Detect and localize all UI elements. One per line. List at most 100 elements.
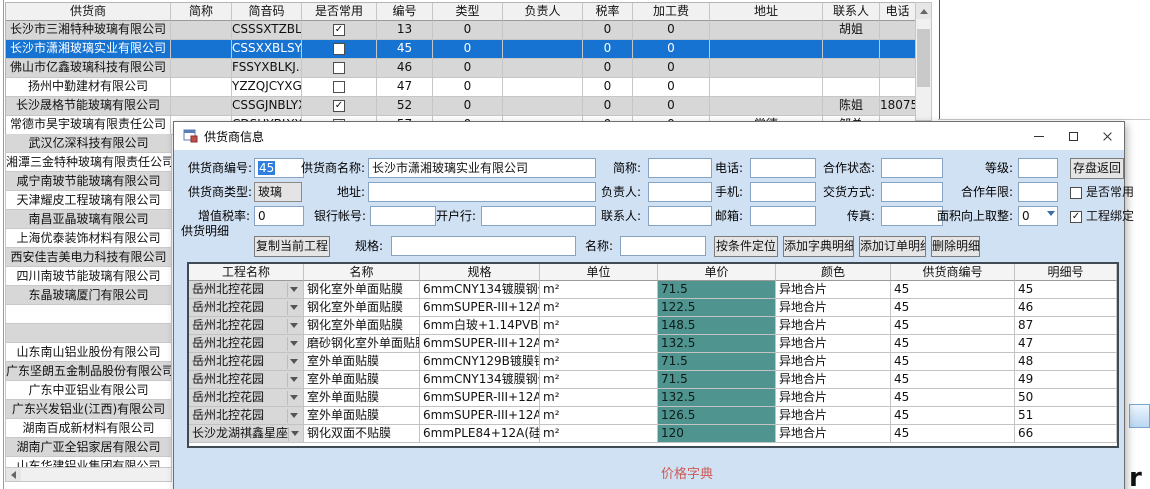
cell-unit[interactable]: m² [540,281,658,299]
cell-spec[interactable]: 6mm白玻+1.14PVB+6mm... [420,317,540,335]
cell-supplier-no[interactable]: 45 [891,425,1015,443]
cell-detail-no[interactable]: 87 [1015,317,1117,335]
cell-contact[interactable] [823,78,880,97]
cell-supplier[interactable]: 扬州中勤建材有限公司 [6,78,171,97]
cell-supplier[interactable]: 常德市昊宇玻璃有限责任公司 [6,116,171,135]
cell-common[interactable]: ✓ [302,21,377,40]
dropdown-icon[interactable] [287,355,300,369]
detail-row[interactable]: 岳州北控花园 室外单面贴膜 6mmSUPER-III+12A(硅... m² 1… [189,389,1117,407]
cell-unit[interactable]: m² [540,425,658,443]
table-row-selected[interactable]: 长沙市潇湘玻璃实业有限公司 CSSXXBLSY... 45 0 0 0 [6,40,915,59]
abbr-input[interactable] [648,158,712,178]
cell-project-dropdown[interactable]: 岳州北控花园 [189,335,304,353]
cell-name[interactable]: 室外单面贴膜 [304,371,420,389]
cell-supplier-no[interactable]: 45 [891,281,1015,299]
cell-address[interactable] [710,97,823,116]
cell-fee[interactable]: 0 [633,40,710,59]
cell-id[interactable]: 52 [377,97,433,116]
cell-project-dropdown[interactable]: 岳州北控花园 [189,353,304,371]
detail-row[interactable]: 长沙龙湖祺鑫星座 钢化双面不贴膜 6mmPLE84+12A(硅酮胶... m² … [189,425,1117,443]
cell-name[interactable]: 室外单面贴膜 [304,407,420,425]
list-item[interactable] [6,324,171,343]
table-row[interactable]: 长沙市三湘特种玻璃有限公司 CSSSXTZBL... ✓ 13 0 0 0 胡姐 [6,21,915,40]
cell-spec[interactable]: 6mmSUPER-III+12A(硅... [420,407,540,425]
cell-project-dropdown[interactable]: 岳州北控花园 [189,407,304,425]
cell-supplier-no[interactable]: 45 [891,371,1015,389]
list-item[interactable]: 咸宁南玻节能玻璃有限公司 [6,172,171,191]
dropdown-icon[interactable] [287,409,300,423]
dropdown-icon[interactable] [287,301,300,315]
table-row[interactable]: 扬州中勤建材有限公司 YZZQJCYXGS 47 0 0 0 [6,78,915,97]
cell-code[interactable]: CSSXXBLSY... [232,40,302,59]
add-dict-detail-button[interactable]: 添加字典明细 [783,236,854,257]
cell-code[interactable]: FSSYXBLKJ... [232,59,302,78]
cell-phone[interactable] [880,59,916,78]
cell-type[interactable]: 0 [433,21,503,40]
cell-color[interactable]: 异地合片 [776,389,891,407]
cell-code[interactable]: YZZQJCYXGS [232,78,302,97]
cell-type[interactable]: 0 [433,97,503,116]
cell-phone[interactable] [880,21,916,40]
phone-input[interactable] [750,158,816,178]
vertical-scrollbar[interactable] [915,2,932,121]
list-item[interactable]: 西安佳吉美电力科技有限公司 [6,248,171,267]
cell-manager[interactable] [503,97,583,116]
cell-spec[interactable]: 6mmCNY134镀膜钢化 [420,371,540,389]
cell-unit[interactable]: m² [540,371,658,389]
cell-phone[interactable] [880,40,916,59]
cell-manager[interactable] [503,59,583,78]
cell-spec[interactable]: 6mmSUPER-III+12A(硅... [420,335,540,353]
cell-common[interactable]: ✓ [302,97,377,116]
grade-input[interactable] [1018,158,1058,178]
cell-contact[interactable] [823,59,880,78]
cell-supplier-no[interactable]: 45 [891,317,1015,335]
cell-address[interactable] [710,40,823,59]
cell-price[interactable]: 71.5 [658,371,776,389]
horizontal-scrollbar[interactable] [5,467,172,482]
detail-row[interactable]: 岳州北控花园 磨砂钢化室外单面贴膜 6mmSUPER-III+12A(硅... … [189,335,1117,353]
cell-unit[interactable]: m² [540,335,658,353]
cell-contact[interactable]: 胡姐 [823,21,880,40]
list-item[interactable] [6,305,171,324]
cell-type[interactable]: 0 [433,59,503,78]
cell-tax[interactable]: 0 [583,59,633,78]
contact-input[interactable] [648,206,712,226]
email-input[interactable] [750,206,816,226]
cell-name[interactable]: 钢化室外单面贴膜 [304,281,420,299]
list-item[interactable]: 四川南玻节能玻璃有限公司 [6,267,171,286]
cell-detail-no[interactable]: 49 [1015,371,1117,389]
dialog-titlebar[interactable]: 供货商信息 [174,122,1124,150]
cell-fee[interactable]: 0 [633,78,710,97]
cell-detail-no[interactable]: 48 [1015,353,1117,371]
manager-input[interactable] [648,182,712,202]
copy-project-button[interactable]: 复制当前工程 [254,236,330,257]
cell-manager[interactable] [503,78,583,97]
address-input[interactable] [368,182,596,202]
cell-price[interactable]: 132.5 [658,389,776,407]
cell-abbr[interactable] [171,21,232,40]
cell-spec[interactable]: 6mmCNY134镀膜钢化 [420,281,540,299]
cell-abbr[interactable] [171,59,232,78]
cell-name[interactable]: 室外单面贴膜 [304,389,420,407]
table-row[interactable]: 佛山市亿鑫玻璃科技有限公司 FSSYXBLKJ... 46 0 0 0 [6,59,915,78]
cell-tax[interactable]: 0 [583,40,633,59]
cell-unit[interactable]: m² [540,407,658,425]
cell-common[interactable] [302,40,377,59]
delivery-input[interactable] [881,182,943,202]
cell-fee[interactable]: 0 [633,97,710,116]
list-item[interactable]: 湖南广亚全铝家居有限公司 [6,438,171,457]
list-item[interactable]: 广东坚朗五金制品股份有限公司 [6,362,171,381]
delete-detail-button[interactable]: 删除明细 [931,236,980,257]
list-item[interactable]: 上海优泰装饰材料有限公司 [6,229,171,248]
cell-supplier-no[interactable]: 45 [891,335,1015,353]
cell-common[interactable] [302,78,377,97]
cell-spec[interactable]: 6mmSUPER-III+12A(硅... [420,389,540,407]
coop-status-input[interactable] [881,158,943,178]
name-filter-input[interactable] [620,236,706,256]
save-return-button[interactable]: 存盘返回 [1070,158,1124,179]
cell-contact[interactable]: 陈姐 [823,97,880,116]
common-checkbox[interactable] [333,62,345,74]
mobile-input[interactable] [750,182,816,202]
cell-id[interactable]: 45 [377,40,433,59]
cell-color[interactable]: 异地合片 [776,335,891,353]
